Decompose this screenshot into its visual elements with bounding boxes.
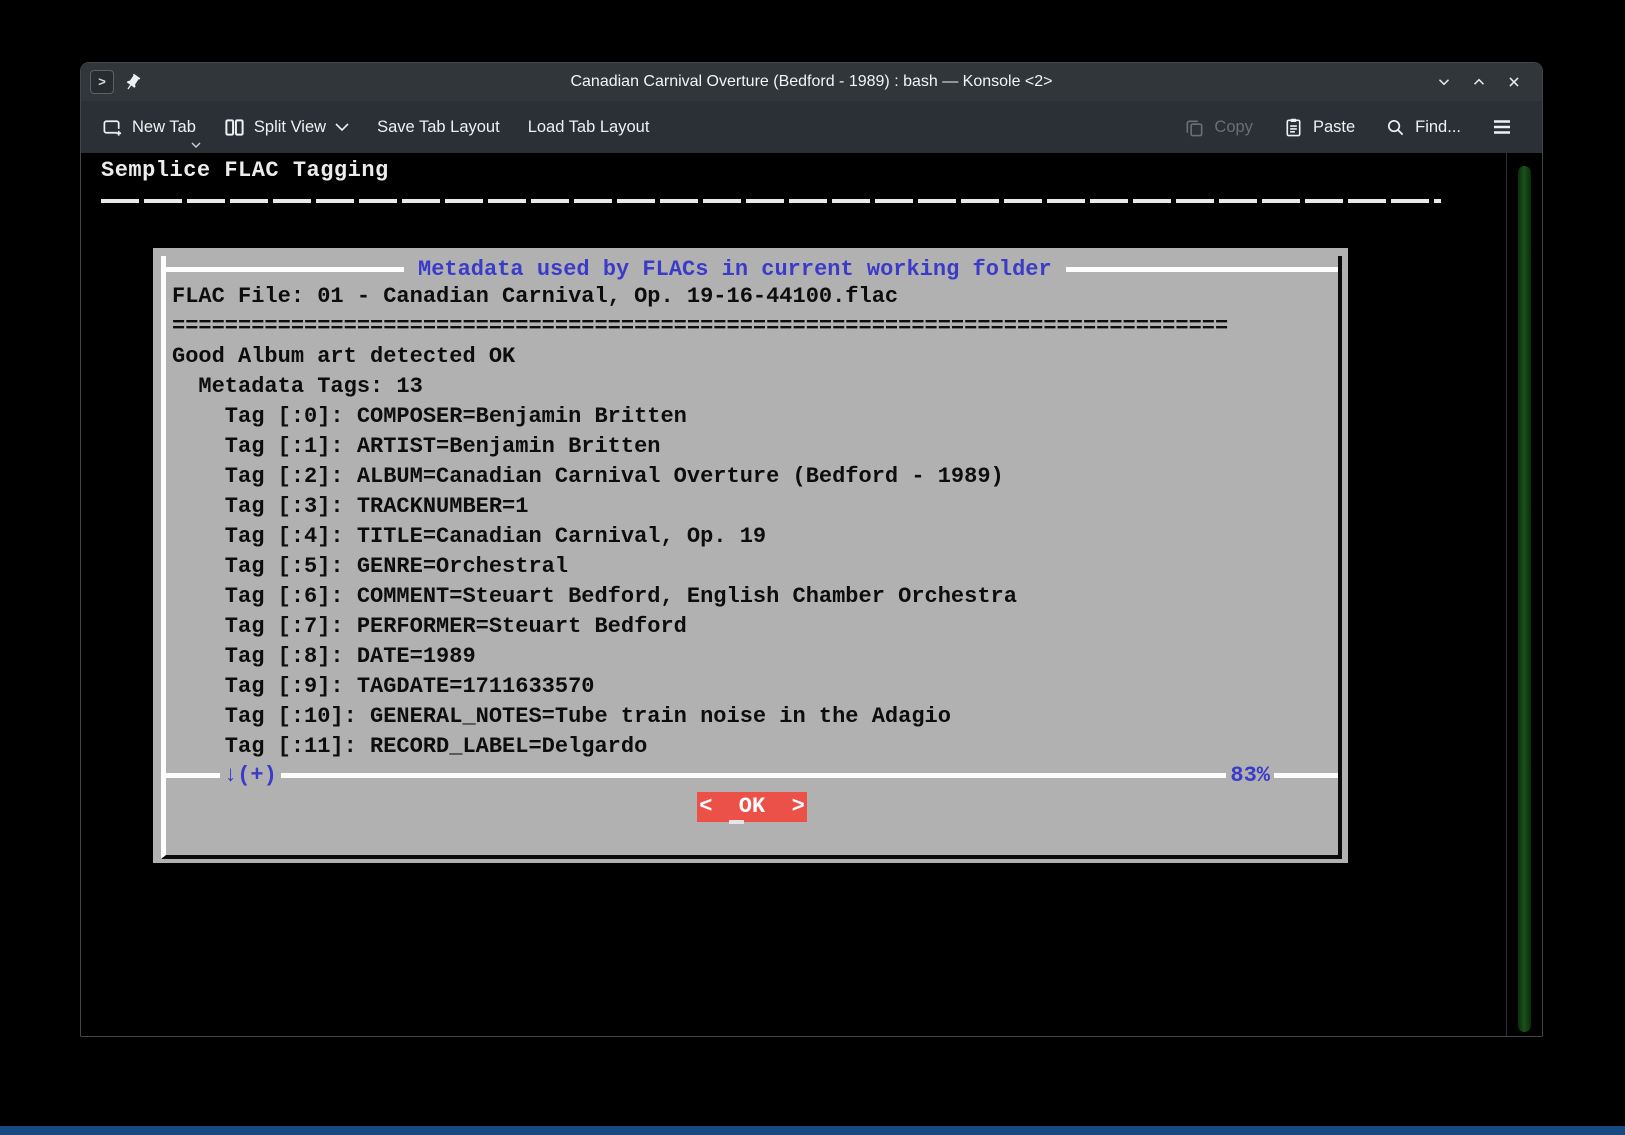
window-title: Canadian Carnival Overture (Bedford - 19… [81,73,1542,91]
dialog-text-line: ========================================… [172,312,1338,342]
window-controls [1434,63,1524,101]
new-tab-button[interactable]: New Tab [95,111,203,144]
load-tab-layout-label: Load Tab Layout [528,118,650,137]
paste-button[interactable]: Paste [1276,111,1362,144]
scroll-percent-label: 83% [1226,763,1274,788]
dialog-border-segment [1066,267,1338,272]
copy-label: Copy [1214,118,1253,137]
toolbar-right-group: Copy Paste [1177,110,1520,144]
terminal-app-header: Semplice FLAC Tagging [101,158,389,183]
dialog-text-line: Tag [:7]: PERFORMER=Steuart Bedford [172,612,1338,642]
dialog-text-body: FLAC File: 01 - Canadian Carnival, Op. 1… [166,282,1338,762]
dialog-text-line: Tag [:3]: TRACKNUMBER=1 [172,492,1338,522]
hamburger-menu-button[interactable] [1484,110,1520,144]
scrollbar-track[interactable] [1506,153,1507,1037]
paste-label: Paste [1313,118,1355,137]
dialog-text-line: Tag [:11]: RECORD_LABEL=Delgardo [172,732,1338,762]
save-tab-layout-button[interactable]: Save Tab Layout [370,112,507,143]
minimize-button[interactable] [1434,72,1454,92]
scrollbar-thumb[interactable] [1518,166,1531,1032]
split-view-label: Split View [254,118,326,137]
dialog-text-line: Tag [:1]: ARTIST=Benjamin Britten [172,432,1338,462]
new-tab-label: New Tab [132,118,196,137]
close-button[interactable] [1504,72,1524,92]
taskbar-edge [0,1126,1625,1135]
new-tab-icon [102,117,123,138]
load-tab-layout-button[interactable]: Load Tab Layout [521,112,657,143]
new-tab-dropdown-icon [191,142,201,148]
metadata-dialog-frame: Metadata used by FLACs in current workin… [161,256,1342,859]
dialog-text-line: Tag [:9]: TAGDATE=1711633570 [172,672,1338,702]
hamburger-icon [1491,116,1513,138]
more-content-indicator: ↓(+) [220,763,281,788]
copy-button[interactable]: Copy [1177,111,1260,144]
dialog-button-row: < OK > [166,792,1338,822]
copy-icon [1184,117,1205,138]
find-button[interactable]: Find... [1378,111,1468,144]
dialog-border-segment [166,773,220,778]
maximize-button[interactable] [1469,72,1489,92]
dialog-text-line: Tag [:10]: GENERAL_NOTES=Tube train nois… [172,702,1338,732]
ok-button[interactable]: < OK > [697,792,807,822]
dialog-title-row: Metadata used by FLACs in current workin… [166,256,1338,282]
header-underline [101,199,1441,203]
metadata-dialog: Metadata used by FLACs in current workin… [153,248,1348,863]
split-view-icon [224,117,245,138]
dialog-text-line: Tag [:2]: ALBUM=Canadian Carnival Overtu… [172,462,1338,492]
paste-icon [1283,117,1304,138]
dialog-border-segment [166,267,404,272]
dialog-text-line: Tag [:0]: COMPOSER=Benjamin Britten [172,402,1338,432]
terminal-cursor [729,820,744,824]
split-view-chevron-icon [335,123,349,131]
search-icon [1385,117,1406,138]
dialog-text-line: Tag [:5]: GENRE=Orchestral [172,552,1338,582]
dialog-text-line: Tag [:6]: COMMENT=Steuart Bedford, Engli… [172,582,1338,612]
find-label: Find... [1415,118,1461,137]
dialog-text-line: Tag [:8]: DATE=1989 [172,642,1338,672]
dialog-text-line: Good Album art detected OK [172,342,1338,372]
dialog-text-line: FLAC File: 01 - Canadian Carnival, Op. 1… [172,282,1338,312]
screen: > Canadian Carnival Overture (Bedford - … [0,0,1625,1135]
dialog-text-line: Metadata Tags: 13 [172,372,1338,402]
dialog-border-segment [281,773,1227,778]
split-view-button[interactable]: Split View [217,111,356,144]
dialog-scroll-row: ↓(+) 83% [166,762,1338,788]
dialog-text-line: Tag [:4]: TITLE=Canadian Carnival, Op. 1… [172,522,1338,552]
dialog-border-segment [1274,773,1338,778]
save-tab-layout-label: Save Tab Layout [377,118,500,137]
dialog-title: Metadata used by FLACs in current workin… [404,257,1066,282]
konsole-window: > Canadian Carnival Overture (Bedford - … [80,62,1543,1037]
titlebar: > Canadian Carnival Overture (Bedford - … [81,63,1542,101]
toolbar: New Tab Split View Save Tab Layo [81,101,1542,153]
terminal-view: Semplice FLAC Tagging Metadata used by F… [81,153,1542,1037]
